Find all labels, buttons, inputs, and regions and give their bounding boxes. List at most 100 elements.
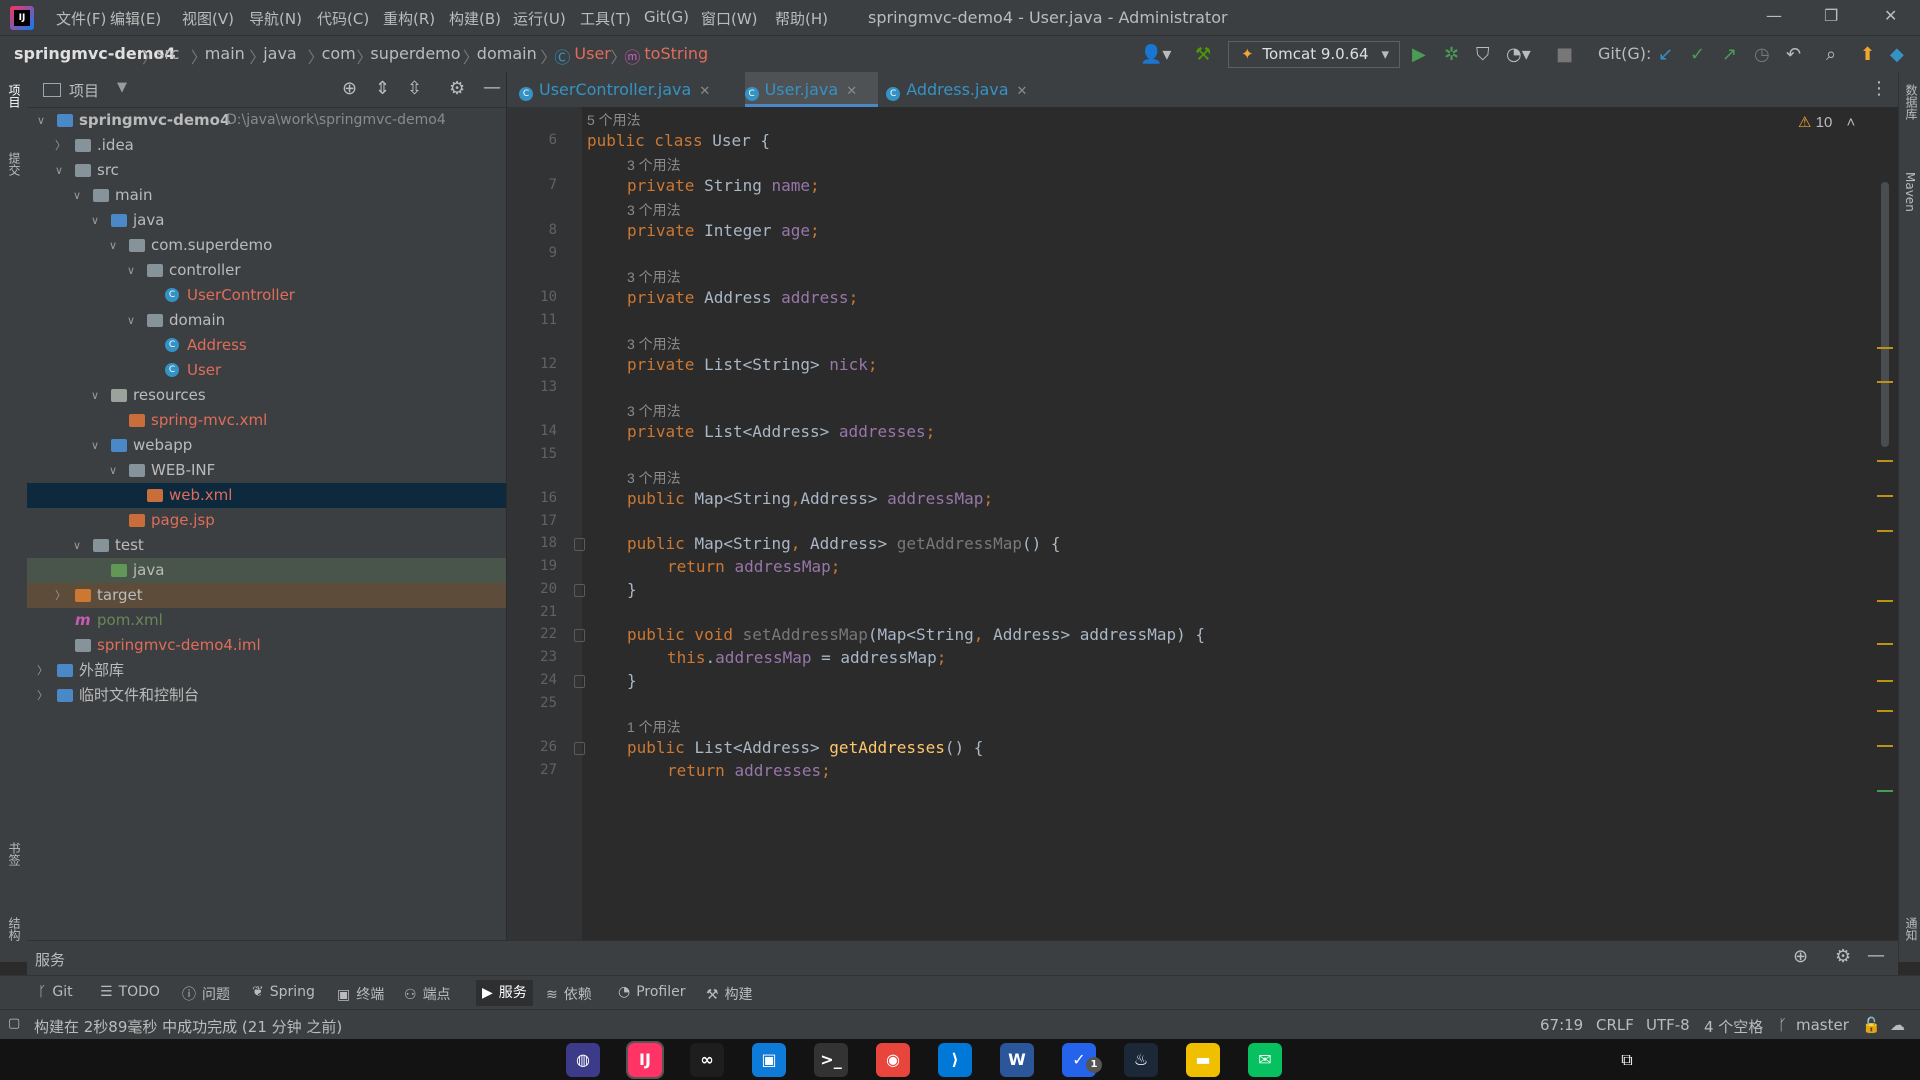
- vscode-icon[interactable]: ⟩: [938, 1043, 972, 1077]
- task-view-icon[interactable]: ⧉: [1610, 1043, 1644, 1077]
- chevron-up-icon[interactable]: ˄: [1846, 114, 1855, 131]
- chevron-down-icon[interactable]: ∨: [91, 433, 105, 458]
- minimize-icon[interactable]: —: [1766, 6, 1782, 25]
- menu-item[interactable]: 代码(C): [317, 8, 369, 29]
- tool-window-spring[interactable]: ❦ Spring: [252, 984, 315, 1000]
- project-panel-title[interactable]: 项目: [69, 80, 99, 101]
- menu-item[interactable]: 文件(F): [56, 8, 106, 29]
- warning-stripe-mark[interactable]: [1877, 495, 1893, 497]
- build-hammer-icon[interactable]: ⚒: [1195, 44, 1211, 65]
- hide-icon[interactable]: —: [483, 77, 501, 98]
- editor-tab[interactable]: C Address.java ✕: [886, 72, 1045, 107]
- tree-node[interactable]: 〉 target: [27, 583, 506, 608]
- indent-setting[interactable]: 4 个空格: [1704, 1016, 1763, 1037]
- lock-icon[interactable]: 🔓: [1862, 1016, 1881, 1034]
- tree-node[interactable]: 〉 外部库: [27, 658, 506, 683]
- git-commit-icon[interactable]: ✓: [1690, 44, 1705, 65]
- chevron-down-icon[interactable]: ∨: [109, 458, 123, 483]
- run-icon[interactable]: ▶: [1412, 44, 1426, 65]
- chevron-down-icon[interactable]: ∨: [73, 183, 87, 208]
- warning-stripe-mark[interactable]: [1877, 460, 1893, 462]
- gear-icon[interactable]: ⚙: [449, 78, 465, 99]
- cloud-icon[interactable]: ☁: [1890, 1016, 1905, 1034]
- warning-stripe-mark[interactable]: [1877, 347, 1893, 349]
- close-icon[interactable]: ✕: [846, 84, 857, 99]
- tree-node[interactable]: ∨ WEB-INF: [27, 458, 506, 483]
- status-message[interactable]: 构建在 2秒89毫秒 中成功完成 (21 分钟 之前): [34, 1016, 342, 1037]
- menu-item[interactable]: 工具(T): [580, 8, 631, 29]
- chevron-down-icon[interactable]: ▼: [117, 80, 127, 95]
- update-icon[interactable]: ⬆: [1860, 44, 1875, 65]
- bookmarks-tool-button[interactable]: 书签: [6, 842, 23, 866]
- code-editor[interactable]: ⚠ 10 ˄ ˅ 5 个用法public class User {3 个用法pr…: [582, 107, 1898, 940]
- chevron-down-icon[interactable]: ∨: [127, 308, 141, 333]
- chevron-down-icon[interactable]: ∨: [37, 108, 51, 133]
- chevron-right-icon[interactable]: 〉: [55, 133, 69, 158]
- expand-all-icon[interactable]: ⇕: [375, 78, 390, 99]
- editor-tab[interactable]: C User.java ✕: [744, 72, 879, 107]
- warning-stripe-mark[interactable]: [1877, 600, 1893, 602]
- account-icon[interactable]: 👤▾: [1140, 44, 1171, 65]
- tool-window-todo[interactable]: ☰ TODO: [100, 984, 160, 1000]
- chevron-right-icon[interactable]: 〉: [37, 658, 51, 683]
- fold-marker-icon[interactable]: [574, 675, 585, 688]
- chrome-icon[interactable]: ◉: [876, 1043, 910, 1077]
- chevron-down-icon[interactable]: ∨: [91, 383, 105, 408]
- tree-node[interactable]: page.jsp: [27, 508, 506, 533]
- close-icon[interactable]: ✕: [1884, 6, 1897, 25]
- chevron-down-icon[interactable]: ∨: [91, 208, 105, 233]
- tree-node[interactable]: ∨ resources: [27, 383, 506, 408]
- hide-icon[interactable]: —: [1867, 945, 1885, 966]
- tree-node[interactable]: C User: [27, 358, 506, 383]
- tree-node[interactable]: ∨ springmvc-demo4 D:\java\work\springmvc-d…: [27, 108, 506, 133]
- tree-node[interactable]: C Address: [27, 333, 506, 358]
- menu-item[interactable]: Git(G): [644, 8, 689, 26]
- tree-node[interactable]: java: [27, 558, 506, 583]
- tree-node[interactable]: spring-mvc.xml: [27, 408, 506, 433]
- tool-window-problems[interactable]: ⓘ 问题: [182, 984, 230, 1004]
- menu-item[interactable]: 重构(R): [383, 8, 435, 29]
- breadcrumb-item[interactable]: com: [322, 44, 356, 63]
- tree-node[interactable]: 〉 .idea: [27, 133, 506, 158]
- tree-node[interactable]: ∨ java: [27, 208, 506, 233]
- fold-marker-icon[interactable]: [574, 584, 585, 597]
- tree-node[interactable]: web.xml: [27, 483, 506, 508]
- usage-hint[interactable]: 3 个用法: [627, 468, 681, 488]
- menu-item[interactable]: 构建(B): [449, 8, 501, 29]
- git-push-icon[interactable]: ↗: [1722, 44, 1737, 65]
- search-icon[interactable]: ⌕: [1826, 44, 1836, 65]
- menu-item[interactable]: 帮助(H): [775, 8, 828, 29]
- usage-hint[interactable]: 1 个用法: [627, 717, 681, 737]
- breadcrumb-class[interactable]: User: [574, 44, 610, 63]
- intellij-icon[interactable]: IJ: [626, 1041, 664, 1079]
- stop-icon[interactable]: ■: [1556, 44, 1573, 65]
- tree-node[interactable]: ∨ test: [27, 533, 506, 558]
- breadcrumb-item[interactable]: src: [156, 44, 179, 63]
- editor-scrollbar[interactable]: [1870, 107, 1898, 940]
- tool-window-services[interactable]: ▶ 服务: [476, 980, 533, 1006]
- menu-item[interactable]: 视图(V): [182, 8, 234, 29]
- plugin-icon[interactable]: ◆: [1890, 44, 1904, 65]
- app2-icon[interactable]: ▣: [752, 1043, 786, 1077]
- chevron-down-icon[interactable]: ∨: [127, 258, 141, 283]
- warning-stripe-mark[interactable]: [1877, 680, 1893, 682]
- tree-node[interactable]: ∨ main: [27, 183, 506, 208]
- breadcrumb-item[interactable]: main: [205, 44, 245, 63]
- status-icon[interactable]: ▢: [8, 1016, 20, 1031]
- tree-node[interactable]: ∨ com.superdemo: [27, 233, 506, 258]
- menu-item[interactable]: 编辑(E): [110, 8, 161, 29]
- breadcrumb-item[interactable]: superdemo: [370, 44, 460, 63]
- tool-window-build[interactable]: ⚒ 构建: [706, 984, 753, 1004]
- tree-node[interactable]: 〉 临时文件和控制台: [27, 683, 506, 708]
- editor-tab[interactable]: C UserController.java ✕: [519, 72, 737, 107]
- warning-stripe-mark[interactable]: [1877, 530, 1893, 532]
- database-tool-button[interactable]: 数据库: [1903, 84, 1920, 120]
- tree-node[interactable]: springmvc-demo4.iml: [27, 633, 506, 658]
- app-icon[interactable]: ∞: [690, 1043, 724, 1077]
- wechat-icon[interactable]: ✉: [1248, 1043, 1282, 1077]
- usage-hint[interactable]: 3 个用法: [627, 155, 681, 175]
- file-encoding[interactable]: UTF-8: [1646, 1016, 1690, 1034]
- chevron-down-icon[interactable]: ∨: [73, 533, 87, 558]
- breadcrumb-item[interactable]: java: [263, 44, 297, 63]
- chevron-right-icon[interactable]: 〉: [37, 683, 51, 708]
